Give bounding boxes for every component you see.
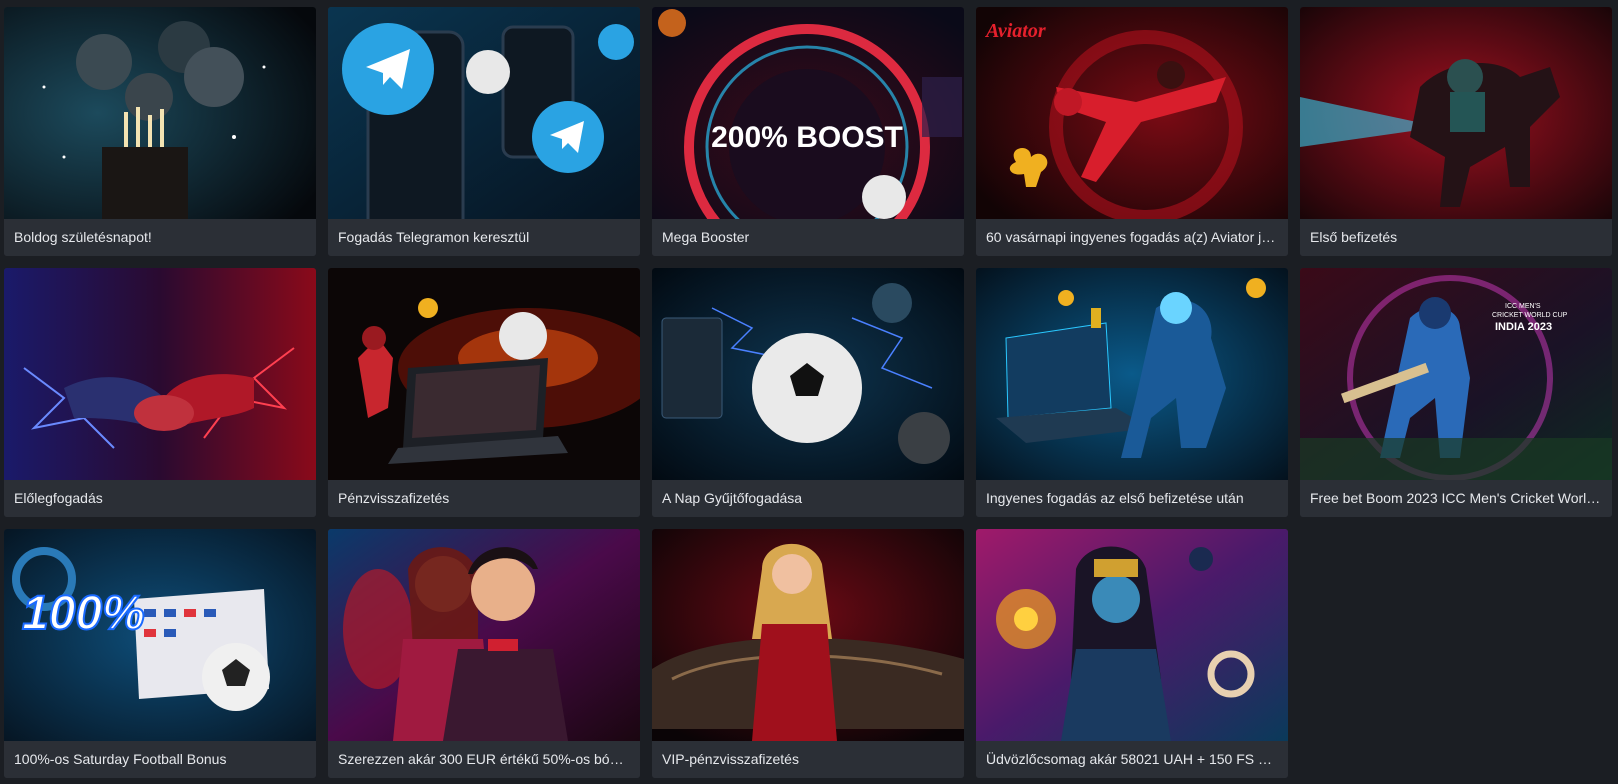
promo-title: VIP-pénzvisszafizetés [652, 741, 964, 778]
promo-title: Boldog születésnapot! [4, 219, 316, 256]
promo-image-cashback [328, 268, 640, 480]
promo-title: Pénzvisszafizetés [328, 480, 640, 517]
promo-card-welcome-package[interactable]: Üdvözlőcsomag akár 58021 UAH + 150 FS ér… [976, 529, 1288, 778]
promo-card-advance-bet[interactable]: Előlegfogadás [4, 268, 316, 517]
promo-card-birthday[interactable]: Boldog születésnapot! [4, 7, 316, 256]
promo-image-birthday [4, 7, 316, 219]
promo-title: Szerezzen akár 300 EUR értékű 50%-os bón… [328, 741, 640, 778]
promo-title: Free bet Boom 2023 ICC Men's Cricket Wor… [1300, 480, 1612, 517]
promo-card-free-bet-first-deposit[interactable]: Ingyenes fogadás az első befizetése után [976, 268, 1288, 517]
promo-card-aviator[interactable]: Aviator 60 vasárnapi ingyenes fogadás a(… [976, 7, 1288, 256]
promo-image-aviator: Aviator [976, 7, 1288, 219]
promo-title: Első befizetés [1300, 219, 1612, 256]
promo-title: Mega Booster [652, 219, 964, 256]
promo-title: 60 vasárnapi ingyenes fogadás a(z) Aviat… [976, 219, 1288, 256]
boost-badge-text: 200% BOOST [711, 121, 903, 154]
promo-image-telegram [328, 7, 640, 219]
promo-card-saturday-football[interactable]: 100% 100%-os Saturday Football Bonus [4, 529, 316, 778]
promo-image-accumulator [652, 268, 964, 480]
promo-image-vip-cashback [652, 529, 964, 741]
percent-badge-text: 100% [22, 587, 145, 640]
promo-image-saturday-football: 100% [4, 529, 316, 741]
cricket-badge-line1: ICC MEN'S [1505, 303, 1541, 310]
cricket-badge-line3: INDIA 2023 [1495, 321, 1552, 333]
promo-card-mega-booster[interactable]: 200% BOOST Mega Booster [652, 7, 964, 256]
promo-image-bonus-300-eur [328, 529, 640, 741]
promo-card-accumulator[interactable]: A Nap Gyűjtőfogadása [652, 268, 964, 517]
promo-image-first-deposit [1300, 7, 1612, 219]
promo-title: 100%-os Saturday Football Bonus [4, 741, 316, 778]
cricket-badge-line2: CRICKET WORLD CUP [1492, 312, 1568, 319]
promo-card-bonus-300-eur[interactable]: Szerezzen akár 300 EUR értékű 50%-os bón… [328, 529, 640, 778]
promo-card-cashback[interactable]: Pénzvisszafizetés [328, 268, 640, 517]
promo-card-vip-cashback[interactable]: VIP-pénzvisszafizetés [652, 529, 964, 778]
promo-card-cricket[interactable]: ICC MEN'S CRICKET WORLD CUP INDIA 2023 F… [1300, 268, 1612, 517]
promo-title: Üdvözlőcsomag akár 58021 UAH + 150 FS ér… [976, 741, 1288, 778]
promo-image-free-bet-first-deposit [976, 268, 1288, 480]
promo-image-advance-bet [4, 268, 316, 480]
aviator-logo: Aviator [984, 20, 1046, 42]
promotions-grid: Boldog születésnapot! Fogadás Telegramon… [4, 7, 1612, 778]
promo-title: Előlegfogadás [4, 480, 316, 517]
promo-title: Ingyenes fogadás az első befizetése után [976, 480, 1288, 517]
promo-image-mega-booster: 200% BOOST [652, 7, 964, 219]
promo-card-first-deposit[interactable]: Első befizetés [1300, 7, 1612, 256]
promo-card-telegram[interactable]: Fogadás Telegramon keresztül [328, 7, 640, 256]
promo-title: A Nap Gyűjtőfogadása [652, 480, 964, 517]
promo-image-cricket: ICC MEN'S CRICKET WORLD CUP INDIA 2023 [1300, 268, 1612, 480]
promo-title: Fogadás Telegramon keresztül [328, 219, 640, 256]
promo-image-welcome-package [976, 529, 1288, 741]
